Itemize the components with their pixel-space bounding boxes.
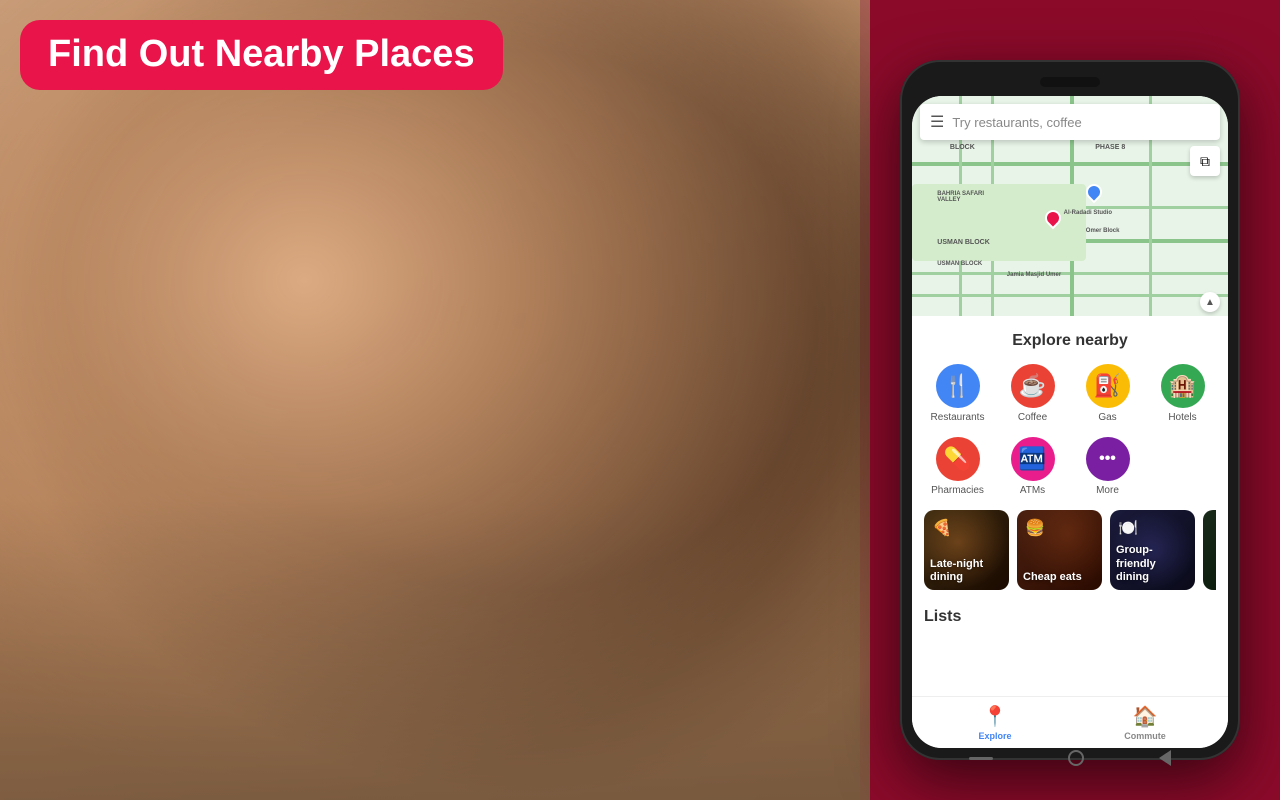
explore-nav-label: Explore [978, 731, 1011, 741]
group-friendly-icon: 🍽️ [1118, 518, 1138, 538]
explore-item-gas[interactable]: ⛽ Gas [1074, 364, 1141, 423]
page-title: Find Out Nearby Places [48, 32, 475, 78]
explore-grid-row1: 🍴 Restaurants ☕ Coffee ⛽ G [924, 364, 1216, 423]
phone-device: BLOCK PHASE 8 BAHRIA HOMES BAHRIA SAFARI… [900, 60, 1240, 760]
gas-icon: ⛽ [1094, 373, 1121, 399]
gas-label: Gas [1098, 412, 1116, 423]
category-card-group-friendly[interactable]: 🍽️ Group-friendly dining [1110, 510, 1195, 590]
map-search-bar[interactable]: ☰ Try restaurants, coffee [920, 104, 1220, 140]
map-label-studio: Al-Radadi Studio [1064, 210, 1112, 216]
layers-icon: ⧉ [1200, 153, 1210, 170]
hotels-label: Hotels [1168, 412, 1196, 423]
phone-camera [1040, 77, 1100, 87]
explore-item-restaurants[interactable]: 🍴 Restaurants [924, 364, 991, 423]
bottom-navigation: 📍 Explore 🏠 Commute [912, 696, 1228, 748]
map-area[interactable]: BLOCK PHASE 8 BAHRIA HOMES BAHRIA SAFARI… [912, 96, 1228, 316]
phone-screen: BLOCK PHASE 8 BAHRIA HOMES BAHRIA SAFARI… [912, 96, 1228, 748]
hotels-icon-circle: 🏨 [1161, 364, 1205, 408]
collapse-button[interactable]: ▲ [1200, 292, 1220, 312]
layers-button[interactable]: ⧉ [1190, 146, 1220, 176]
title-banner: Find Out Nearby Places [20, 20, 503, 90]
category-cards[interactable]: 🍕 Late-night dining 🍔 Cheap eats [924, 510, 1216, 594]
map-label-phase8: PHASE 8 [1095, 144, 1125, 151]
hotels-icon: 🏨 [1169, 373, 1196, 399]
map-label-block: BLOCK [950, 144, 975, 151]
nav-item-explore[interactable]: 📍 Explore [920, 704, 1070, 741]
restaurants-label: Restaurants [931, 412, 985, 423]
phone-nav-bar [912, 748, 1228, 768]
fourth-card-bg [1203, 510, 1216, 590]
group-friendly-label: Group-friendly dining [1116, 544, 1189, 584]
atms-label: ATMs [1020, 485, 1045, 496]
atms-icon: 🏧 [1019, 446, 1046, 472]
recent-apps-button[interactable] [969, 757, 993, 760]
cheap-eats-label: Cheap eats [1023, 571, 1096, 584]
pharmacies-label: Pharmacies [931, 485, 984, 496]
late-night-logo: 🍕 [932, 518, 952, 538]
phone-top-bar [912, 72, 1228, 92]
explore-title: Explore nearby [924, 332, 1216, 350]
pharmacies-icon: 💊 [944, 446, 971, 472]
map-label-omer: Omer Block [1086, 228, 1120, 234]
cheap-eats-food-icon: 🍔 [1025, 518, 1045, 538]
explore-item-atms[interactable]: 🏧 ATMs [999, 437, 1066, 496]
restaurants-icon: 🍴 [944, 373, 971, 399]
commute-nav-label: Commute [1124, 731, 1166, 741]
coffee-icon-circle: ☕ [1011, 364, 1055, 408]
chevron-up-icon: ▲ [1205, 297, 1215, 308]
explore-nav-icon: 📍 [983, 704, 1008, 729]
explore-item-pharmacies[interactable]: 💊 Pharmacies [924, 437, 991, 496]
explore-item-hotels[interactable]: 🏨 Hotels [1149, 364, 1216, 423]
home-button[interactable] [1068, 750, 1084, 766]
explore-item-coffee[interactable]: ☕ Coffee [999, 364, 1066, 423]
couple-scene [0, 0, 870, 800]
explore-item-more[interactable]: ••• More [1074, 437, 1141, 496]
scroll-content[interactable]: Explore nearby 🍴 Restaurants ☕ Coffee [912, 316, 1228, 696]
pharmacies-icon-circle: 💊 [936, 437, 980, 481]
restaurants-icon-circle: 🍴 [936, 364, 980, 408]
more-label: More [1096, 485, 1119, 496]
map-label-bahria-safari: BAHRIA SAFARIVALLEY [937, 191, 984, 203]
late-night-label: Late-night dining [930, 558, 1003, 584]
commute-nav-icon: 🏠 [1133, 704, 1158, 729]
coffee-icon: ☕ [1019, 373, 1046, 399]
phone-body: BLOCK PHASE 8 BAHRIA HOMES BAHRIA SAFARI… [900, 60, 1240, 760]
gas-icon-circle: ⛽ [1086, 364, 1130, 408]
category-card-fourth[interactable] [1203, 510, 1216, 590]
menu-icon[interactable]: ☰ [930, 112, 944, 132]
more-icon-circle: ••• [1086, 437, 1130, 481]
category-card-cheap-eats[interactable]: 🍔 Cheap eats [1017, 510, 1102, 590]
empty-cell [1149, 437, 1216, 496]
back-button[interactable] [1159, 750, 1171, 766]
more-icon: ••• [1099, 450, 1116, 468]
category-card-late-night[interactable]: 🍕 Late-night dining [924, 510, 1009, 590]
lists-title: Lists [924, 608, 1216, 626]
map-label-usman2: USMAN BLOCK [937, 261, 982, 267]
map-label-usman: USMAN BLOCK [937, 239, 990, 246]
nav-item-commute[interactable]: 🏠 Commute [1070, 704, 1220, 741]
atms-icon-circle: 🏧 [1011, 437, 1055, 481]
search-placeholder[interactable]: Try restaurants, coffee [952, 115, 1081, 130]
coffee-label: Coffee [1018, 412, 1047, 423]
explore-grid-row2: 💊 Pharmacies 🏧 ATMs ••• M [924, 437, 1216, 496]
map-label-jamia: Jamia Masjid Umer [1007, 272, 1061, 278]
